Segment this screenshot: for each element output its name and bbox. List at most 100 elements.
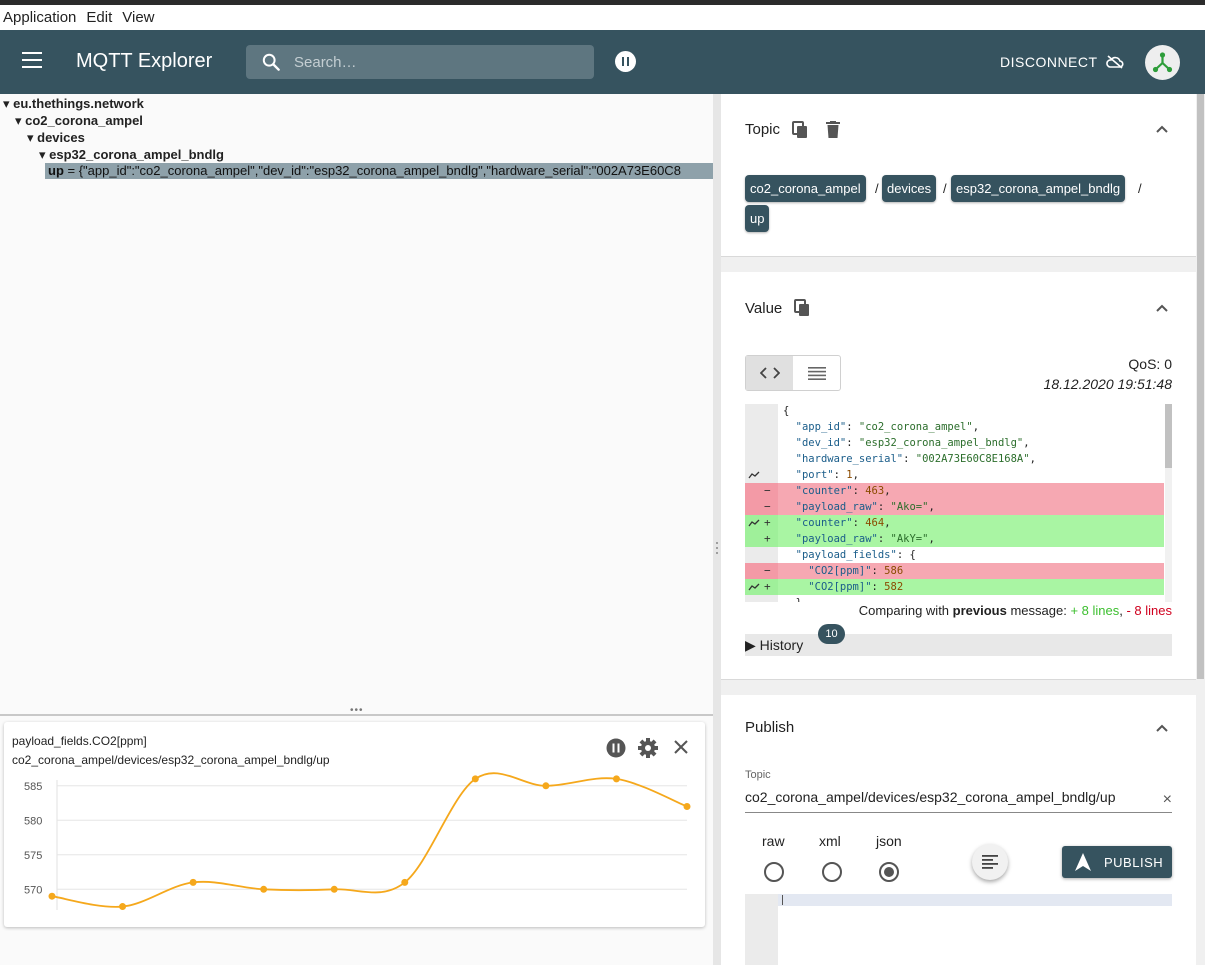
topic-chip[interactable]: co2_corona_ampel xyxy=(745,175,866,202)
payload-editor[interactable] xyxy=(745,894,1172,965)
chart-data-point[interactable] xyxy=(612,775,620,783)
copy-icon[interactable] xyxy=(794,299,810,317)
format-button[interactable] xyxy=(972,844,1008,880)
diff-code: "counter": 463, xyxy=(795,485,891,497)
diff-sign: − xyxy=(764,484,771,497)
publish-topic-label: Topic xyxy=(745,769,771,781)
diff-code: "payload_fields": { xyxy=(795,549,916,561)
topic-chip[interactable]: up xyxy=(745,205,770,232)
compare-text: message: xyxy=(1006,603,1071,618)
disconnect-button[interactable]: DISCONNECT xyxy=(1000,54,1124,70)
publish-topic-input[interactable]: co2_corona_ampel/devices/esp32_corona_am… xyxy=(745,789,1172,813)
compare-bold: previous xyxy=(952,603,1007,618)
tree-node-device[interactable]: ▾ esp32_corona_ampel_bndlg xyxy=(39,147,224,163)
diff-gutter-cell: + xyxy=(745,579,778,595)
diff-code: "dev_id": "esp32_corona_ampel_bndlg", xyxy=(795,437,1030,449)
editor-cursor xyxy=(782,895,783,905)
format-raw-radio[interactable] xyxy=(764,862,784,882)
line-chart: 570 575 580 585 xyxy=(24,738,691,911)
chart-data-point[interactable] xyxy=(683,803,691,810)
search-icon xyxy=(262,53,280,71)
editor-gutter xyxy=(745,894,778,965)
close-icon[interactable] xyxy=(674,740,688,754)
tree-node-label: eu.thethings.network xyxy=(13,96,144,111)
menu-edit[interactable]: Edit xyxy=(83,9,115,26)
main-scrollbar-thumb[interactable] xyxy=(1197,94,1204,679)
tree-node-root[interactable]: ▾ eu.thethings.network xyxy=(3,96,144,112)
diff-line-removed: − "counter": 463, xyxy=(745,483,1164,499)
copy-icon[interactable] xyxy=(792,121,808,139)
diff-gutter-cell: − xyxy=(745,563,778,579)
chart-data-point[interactable] xyxy=(48,892,56,900)
topic-separator: / xyxy=(1138,181,1142,196)
vertical-splitter[interactable] xyxy=(713,94,721,965)
tree-node-devices[interactable]: ▾ devices xyxy=(27,130,85,146)
chart-data-point[interactable] xyxy=(401,878,409,886)
diff-code: "payload_raw": "AkY=", xyxy=(795,533,935,545)
removed-count: - 8 lines xyxy=(1126,603,1172,618)
diff-line: } xyxy=(745,595,1164,602)
tree-leaf-key: up xyxy=(48,163,64,178)
diff-gutter-cell xyxy=(745,419,778,435)
diff-line: "payload_fields": { xyxy=(745,547,1164,563)
chart-data-point[interactable] xyxy=(119,903,127,911)
topic-panel-title: Topic xyxy=(745,121,781,138)
gear-icon[interactable] xyxy=(638,738,658,758)
format-json-radio[interactable] xyxy=(879,862,899,882)
history-toggle[interactable]: ▶ History xyxy=(745,634,1172,656)
trend-chart-icon[interactable] xyxy=(748,515,760,531)
connection-avatar[interactable] xyxy=(1145,45,1180,80)
message-timestamp: 18.12.2020 19:51:48 xyxy=(1043,376,1172,392)
chevron-up-icon[interactable] xyxy=(1156,724,1168,732)
send-icon xyxy=(1075,853,1091,871)
chart-y-tick-label: 585 xyxy=(24,781,42,793)
chart-pause-button[interactable] xyxy=(606,738,626,758)
topic-separator: / xyxy=(943,181,947,196)
chart-data-point[interactable] xyxy=(260,885,268,893)
publish-button[interactable]: PUBLISH xyxy=(1062,846,1172,878)
tree-node-up-selected[interactable]: up = {"app_id":"co2_corona_ampel","dev_i… xyxy=(45,163,713,179)
menu-view[interactable]: View xyxy=(119,9,157,26)
disconnect-label: DISCONNECT xyxy=(1000,54,1098,70)
search-box[interactable]: Search… xyxy=(246,45,594,79)
diff-scrollbar[interactable] xyxy=(1165,404,1172,602)
diff-code: "port": 1, xyxy=(795,469,859,481)
topic-panel: Topic co2_corona_ampel / devices / esp32… xyxy=(721,94,1196,257)
diff-code: "CO2[ppm]": 586 xyxy=(808,565,904,577)
tree-node-label: devices xyxy=(37,130,85,145)
topic-chip[interactable]: esp32_corona_ampel_bndlg xyxy=(951,175,1126,202)
delete-icon[interactable] xyxy=(825,121,841,139)
chart-data-point[interactable] xyxy=(330,885,338,893)
chevron-up-icon[interactable] xyxy=(1156,304,1168,312)
diff-line: "port": 1, xyxy=(745,467,1164,483)
tree-node-app[interactable]: ▾ co2_corona_ampel xyxy=(15,113,143,129)
chart-data-point[interactable] xyxy=(471,775,479,783)
compare-summary: Comparing with previous message: + 8 lin… xyxy=(859,603,1172,618)
diff-code: "payload_raw": "Ako=", xyxy=(795,501,935,513)
diff-code: "hardware_serial": "002A73E60C8E168A", xyxy=(795,453,1036,465)
tree-node-label: co2_corona_ampel xyxy=(25,113,143,128)
splitter-handle-icon[interactable]: ••• xyxy=(350,705,364,716)
splitter-handle-icon[interactable] xyxy=(716,540,718,556)
menu-icon[interactable] xyxy=(22,52,42,72)
pause-button[interactable] xyxy=(615,51,636,72)
format-xml-radio[interactable] xyxy=(822,862,842,882)
search-input[interactable]: Search… xyxy=(294,54,357,71)
chart-data-point[interactable] xyxy=(542,782,550,790)
value-panel-title: Value xyxy=(745,300,783,317)
topic-chip[interactable]: devices xyxy=(882,175,937,202)
trend-chart-icon[interactable] xyxy=(748,579,760,595)
diff-view-button[interactable] xyxy=(746,356,793,390)
menu-application[interactable]: Application xyxy=(0,9,79,26)
history-count-badge: 10 xyxy=(818,624,845,644)
trend-chart-icon[interactable] xyxy=(748,467,760,483)
raw-view-button[interactable] xyxy=(793,356,840,390)
chevron-up-icon[interactable] xyxy=(1156,125,1168,133)
chart-y-tick-label: 580 xyxy=(24,815,42,827)
tree-leaf-value: = {"app_id":"co2_corona_ampel","dev_id":… xyxy=(63,163,681,178)
diff-gutter-cell xyxy=(745,595,778,602)
clear-icon[interactable]: × xyxy=(1163,791,1172,809)
format-raw-label: raw xyxy=(762,833,785,849)
chart-data-point[interactable] xyxy=(189,878,197,886)
view-mode-toggle xyxy=(745,355,841,391)
